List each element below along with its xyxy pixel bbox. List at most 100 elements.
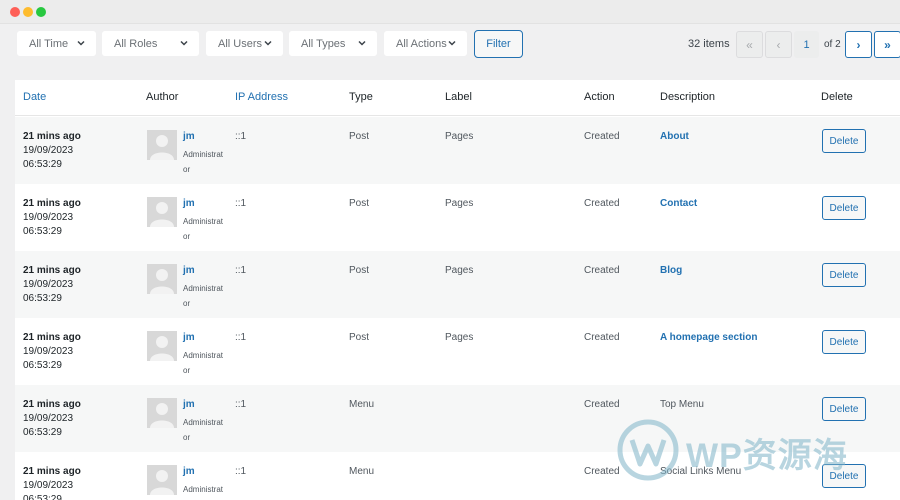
author-name-link[interactable]: jm [183,131,195,142]
delete-button[interactable]: Delete [822,263,866,287]
watermark-text: WP资源海 [686,437,848,475]
next-page-button[interactable]: › [845,31,872,58]
user-placeholder-icon [150,336,174,361]
author-role: Administrator [183,485,224,494]
column-action: Action [584,91,615,103]
watermark-logo: WP资源海 [616,418,886,488]
relative-time: 21 mins ago [23,332,81,343]
column-label: Label [445,91,472,103]
action-name: Created [584,198,620,209]
current-page-input[interactable]: 1 [794,31,819,58]
action-name: Created [584,332,620,343]
users-filter-select[interactable]: All Users [206,31,283,56]
table-row: 21 mins ago 19/09/2023 06:53:29 jm Admin… [15,251,900,318]
avatar [147,197,177,227]
user-placeholder-icon [150,403,174,428]
close-window-button[interactable] [10,7,20,17]
prev-page-button[interactable]: ‹ [765,31,792,58]
author-name-link[interactable]: jm [183,265,195,276]
first-page-button[interactable]: « [736,31,763,58]
date-cell: 21 mins ago 19/09/2023 06:53:29 [23,398,81,440]
page-total: of 2 [824,39,841,50]
log-time: 06:53:29 [23,427,62,438]
column-description: Description [660,91,716,103]
filters-toolbar: All Time All Roles All Users All Types A… [0,24,900,70]
description-link[interactable]: About [660,131,689,142]
object-label: Pages [445,198,474,209]
log-date: 19/09/2023 [23,480,74,491]
ip-address: ::1 [235,131,247,142]
author-role: Administrator [183,150,224,174]
ip-address: ::1 [235,466,247,477]
column-type: Type [349,91,373,103]
chevron-down-icon [77,40,85,46]
wordpress-logo-icon [617,419,679,481]
minimize-window-button[interactable] [23,7,33,17]
date-cell: 21 mins ago 19/09/2023 06:53:29 [23,331,81,373]
description-link[interactable]: A homepage section [660,332,757,343]
object-label: Pages [445,131,474,142]
delete-button[interactable]: Delete [822,129,866,153]
column-ip-address[interactable]: IP Address [235,91,288,103]
action-name: Created [584,265,620,276]
window-titlebar [0,0,900,24]
column-date[interactable]: Date [23,91,46,103]
author-role: Administrator [183,418,224,442]
items-count: 32 items [688,38,730,50]
log-time: 06:53:29 [23,360,62,371]
actions-filter-select[interactable]: All Actions [384,31,467,56]
object-type: Post [349,332,370,343]
avatar [147,264,177,294]
types-filter-select[interactable]: All Types [289,31,377,56]
user-placeholder-icon [150,269,174,294]
filter-button[interactable]: Filter [474,30,523,58]
author-name-link[interactable]: jm [183,466,195,477]
author-role: Administrator [183,284,224,308]
relative-time: 21 mins ago [23,131,81,142]
time-filter-value: All Time [29,37,69,50]
users-filter-value: All Users [218,37,263,50]
author-name-link[interactable]: jm [183,399,195,410]
ip-address: ::1 [235,399,247,410]
log-date: 19/09/2023 [23,279,74,290]
last-page-button[interactable]: » [874,31,900,58]
date-cell: 21 mins ago 19/09/2023 06:53:29 [23,264,81,306]
actions-filter-value: All Actions [396,37,447,50]
table-row: 21 mins ago 19/09/2023 06:53:29 jm Admin… [15,184,900,251]
user-placeholder-icon [150,470,174,495]
date-cell: 21 mins ago 19/09/2023 06:53:29 [23,465,81,500]
action-name: Created [584,466,620,477]
user-placeholder-icon [150,202,174,227]
chevron-down-icon [264,40,272,46]
log-time: 06:53:29 [23,226,62,237]
column-author: Author [146,91,179,103]
description-link[interactable]: Blog [660,265,682,276]
object-type: Menu [349,399,375,410]
log-date: 19/09/2023 [23,413,74,424]
log-time: 06:53:29 [23,293,62,304]
action-name: Created [584,131,620,142]
author-name-link[interactable]: jm [183,198,195,209]
maximize-window-button[interactable] [36,7,46,17]
delete-button[interactable]: Delete [822,196,866,220]
avatar [147,398,177,428]
user-placeholder-icon [150,135,174,160]
relative-time: 21 mins ago [23,466,81,477]
action-name: Created [584,399,620,410]
column-delete: Delete [821,91,853,103]
roles-filter-select[interactable]: All Roles [102,31,199,56]
description-text: Top Menu [660,399,704,410]
author-name-link[interactable]: jm [183,332,195,343]
avatar [147,331,177,361]
chevron-down-icon [358,40,366,46]
object-label: Pages [445,332,474,343]
log-date: 19/09/2023 [23,212,74,223]
delete-button[interactable]: Delete [822,330,866,354]
date-cell: 21 mins ago 19/09/2023 06:53:29 [23,130,81,172]
avatar [147,465,177,495]
time-filter-select[interactable]: All Time [17,31,96,56]
table-row: 21 mins ago 19/09/2023 06:53:29 jm Admin… [15,117,900,184]
description-link[interactable]: Contact [660,198,697,209]
ip-address: ::1 [235,265,247,276]
log-date: 19/09/2023 [23,346,74,357]
